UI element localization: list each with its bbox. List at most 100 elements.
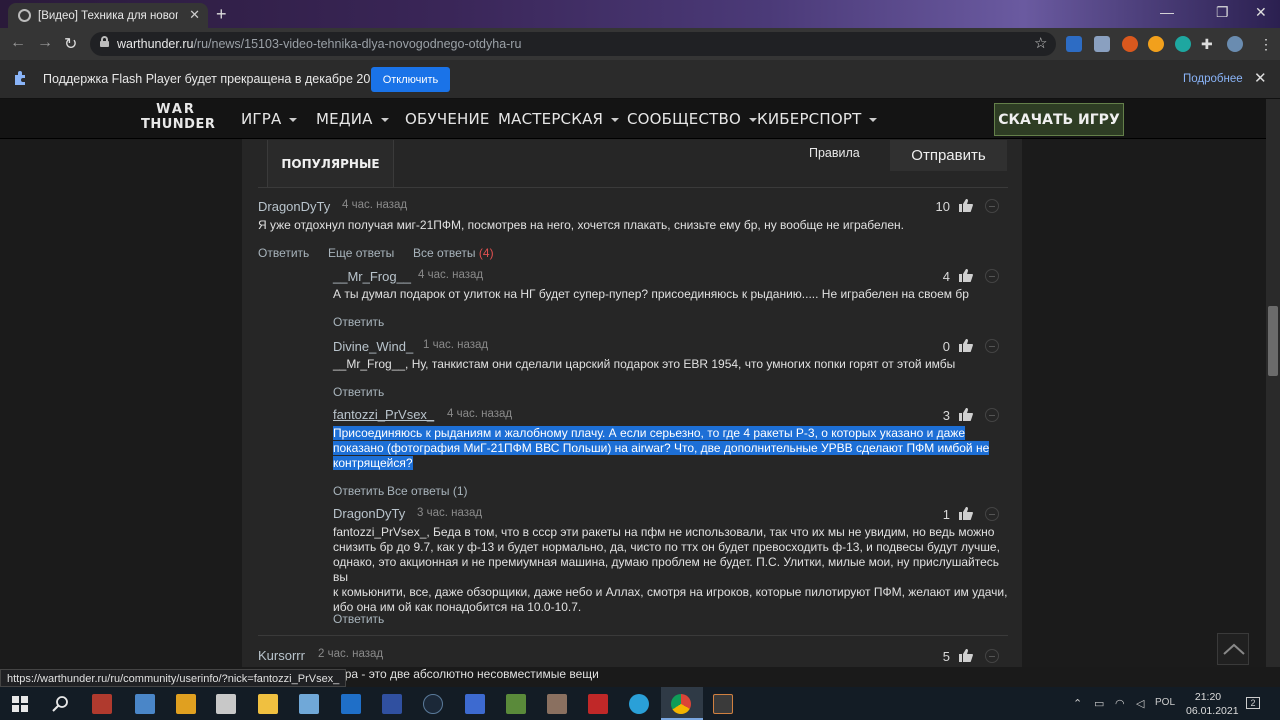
winrar-icon[interactable] <box>92 694 112 714</box>
extension-icon[interactable] <box>1148 36 1164 52</box>
dislike-icon[interactable] <box>985 507 999 521</box>
send-button[interactable]: Отправить <box>890 140 1007 171</box>
profile-avatar[interactable] <box>1227 36 1243 52</box>
reply-link[interactable]: Ответить <box>333 612 384 626</box>
extension-icon[interactable] <box>1122 36 1138 52</box>
maximize-icon[interactable]: ❐ <box>1216 4 1229 21</box>
steam-icon[interactable] <box>423 694 443 714</box>
comment-time: 4 час. назад <box>418 269 484 281</box>
chevron-down-icon <box>749 117 757 122</box>
battery-icon[interactable]: ▭ <box>1094 697 1104 710</box>
war-thunder-logo[interactable]: WAR THUNDER <box>141 103 215 137</box>
comment-author[interactable]: Divine_Wind_ <box>333 339 413 354</box>
nav-item-community[interactable]: СООБЩЕСТВО <box>627 110 757 128</box>
rules-link[interactable]: Правила <box>809 146 860 160</box>
notifications-icon[interactable]: 2 <box>1246 697 1260 709</box>
reply-link[interactable]: Ответить <box>333 484 384 498</box>
all-replies-link[interactable]: Все ответы (1) <box>387 484 468 498</box>
app-icon[interactable] <box>176 694 196 714</box>
app-icon[interactable] <box>382 694 402 714</box>
reply-link[interactable]: Ответить <box>333 385 384 399</box>
comment-author[interactable]: DragonDyTy <box>258 199 330 214</box>
extension-new-icon[interactable] <box>1066 36 1082 52</box>
comment-time: 4 час. назад <box>447 408 513 420</box>
extension-icon[interactable] <box>1094 36 1110 52</box>
dislike-icon[interactable] <box>985 269 999 283</box>
windows-start-icon[interactable] <box>12 696 28 712</box>
war-thunder-icon[interactable] <box>713 694 733 714</box>
new-tab-button[interactable]: + <box>216 4 227 25</box>
more-replies-link[interactable]: Еще ответы <box>328 246 394 260</box>
disable-flash-button[interactable]: Отключить <box>371 67 450 92</box>
clock-date: 06.01.2021 <box>1186 705 1239 717</box>
reload-icon[interactable]: ↻ <box>64 34 77 54</box>
window-close-icon[interactable]: ✕ <box>1255 4 1267 21</box>
app-icon[interactable] <box>299 694 319 714</box>
app-icon[interactable] <box>135 694 155 714</box>
app-icon[interactable] <box>465 694 485 714</box>
wifi-icon[interactable]: ◠ <box>1115 697 1125 710</box>
bookmark-star-icon[interactable]: ☆ <box>1034 34 1047 52</box>
comment-author[interactable]: Kursorrr <box>258 648 305 663</box>
menu-kebab-icon[interactable]: ⋮ <box>1259 36 1273 53</box>
reply-link[interactable]: Ответить <box>333 315 384 329</box>
download-game-button[interactable]: СКАЧАТЬ ИГРУ <box>994 103 1124 136</box>
url-text[interactable]: warthunder.ru/ru/news/15103-video-tehnik… <box>117 37 521 51</box>
dislike-icon[interactable] <box>985 339 999 353</box>
selected-text-line: Присоединяюсь к рыданиям и жалобному пла… <box>333 426 965 440</box>
search-icon[interactable] <box>52 695 69 712</box>
thumbs-up-icon[interactable] <box>959 649 973 662</box>
minecraft-icon[interactable] <box>506 694 526 714</box>
volume-icon[interactable]: ◁ <box>1136 697 1144 710</box>
thumbs-up-icon[interactable] <box>959 507 973 520</box>
file-explorer-icon[interactable] <box>258 694 278 714</box>
thumbs-up-icon[interactable] <box>959 339 973 352</box>
nav-item-training[interactable]: ОБУЧЕНИЕ <box>405 110 490 128</box>
mail-icon[interactable] <box>341 694 361 714</box>
selected-text-line: показано (фотография МиГ-21ПФМ ВВС Польш… <box>333 441 990 455</box>
tab-close-icon[interactable]: ✕ <box>189 7 200 23</box>
all-replies-link[interactable]: Все ответы (4) <box>413 246 494 260</box>
app-icon[interactable] <box>547 694 567 714</box>
comment-time: 1 час. назад <box>423 339 489 351</box>
language-indicator[interactable]: POL <box>1155 697 1175 708</box>
comment-time: 4 час. назад <box>342 199 408 211</box>
page-scrollbar[interactable] <box>1266 99 1280 667</box>
extension-icon[interactable] <box>1175 36 1191 52</box>
comment-author[interactable]: DragonDyTy <box>333 506 405 521</box>
thumbs-up-icon[interactable] <box>959 408 973 421</box>
reply-link[interactable]: Ответить <box>258 246 309 260</box>
infobar-close-icon[interactable]: ✕ <box>1254 69 1267 87</box>
scrollbar-thumb[interactable] <box>1268 306 1278 376</box>
thumbs-up-icon[interactable] <box>959 199 973 212</box>
nav-item-media[interactable]: МЕДИА <box>316 110 389 128</box>
thumbs-up-icon[interactable] <box>959 269 973 282</box>
browser-tab[interactable]: [Видео] Техника для новогодне ✕ <box>8 3 208 28</box>
comment-time: 2 час. назад <box>318 648 384 660</box>
dislike-icon[interactable] <box>985 408 999 422</box>
telegram-icon[interactable] <box>629 694 649 714</box>
tray-chevron-up-icon[interactable]: ⌃ <box>1073 697 1082 710</box>
app-icon[interactable] <box>588 694 608 714</box>
dislike-icon[interactable] <box>985 199 999 213</box>
status-url-tooltip: https://warthunder.ru/ru/community/useri… <box>0 669 347 687</box>
nav-item-esports[interactable]: КИБЕРСПОРТ <box>757 110 878 128</box>
scroll-to-top-button[interactable] <box>1217 633 1249 665</box>
comment-text: Я уже отдохнул получая миг-21ПФМ, посмот… <box>258 218 904 232</box>
comment-author[interactable]: fantozzi_PrVsex_ <box>333 407 434 422</box>
dislike-icon[interactable] <box>985 649 999 663</box>
infobar-message: Поддержка Flash Player будет прекращена … <box>43 72 417 86</box>
chrome-icon[interactable] <box>671 694 691 714</box>
lock-icon[interactable] <box>100 36 109 47</box>
comment-author[interactable]: __Mr_Frog__ <box>333 269 411 284</box>
extensions-puzzle-icon[interactable]: ✚ <box>1201 36 1217 52</box>
forward-arrow-icon[interactable]: → <box>37 34 53 52</box>
clock[interactable]: 21:20 06.01.2021 <box>1186 690 1239 718</box>
infobar-more-link[interactable]: Подробнее <box>1183 73 1243 85</box>
app-icon[interactable] <box>216 694 236 714</box>
tab-popular[interactable]: ПОПУЛЯРНЫЕ <box>267 140 394 187</box>
nav-item-workshop[interactable]: МАСТЕРСКАЯ <box>498 110 620 128</box>
minimize-icon[interactable]: — <box>1160 4 1174 20</box>
back-arrow-icon[interactable]: ← <box>10 34 26 52</box>
nav-item-game[interactable]: ИГРА <box>241 110 298 128</box>
